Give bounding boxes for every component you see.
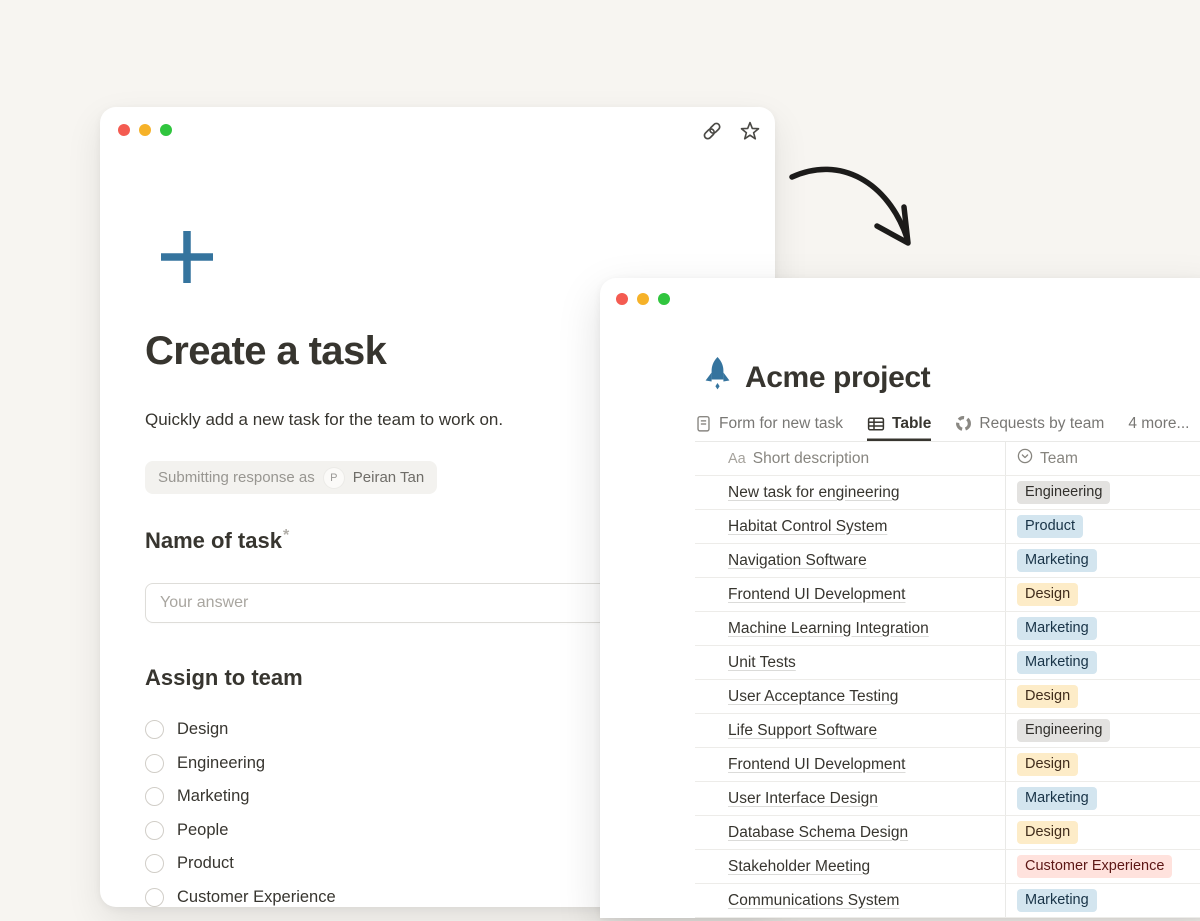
task-title-cell[interactable]: Database Schema Design (728, 824, 908, 842)
task-title-cell[interactable]: New task for engineering (728, 484, 899, 502)
window-controls (616, 293, 670, 305)
tab-table[interactable]: Table (867, 408, 931, 441)
zoom-window-button[interactable] (160, 124, 172, 136)
team-radio-option-marketing[interactable]: Marketing (145, 787, 336, 806)
team-radio-option-product[interactable]: Product (145, 854, 336, 873)
team-tag[interactable]: Marketing (1017, 787, 1097, 810)
team-tag[interactable]: Marketing (1017, 889, 1097, 912)
table-header-row: Aa Short description Team (695, 442, 1200, 476)
page-title: Acme project (745, 361, 930, 395)
required-marker: * (283, 527, 289, 544)
team-tag[interactable]: Customer Experience (1017, 855, 1172, 878)
table-row[interactable]: Communications System Marketing (695, 884, 1200, 918)
text-property-icon: Aa (728, 451, 746, 467)
table-row[interactable]: User Acceptance Testing Design (695, 680, 1200, 714)
task-title-cell[interactable]: Communications System (728, 892, 899, 910)
team-radio-option-people[interactable]: People (145, 821, 336, 840)
task-title-cell[interactable]: Frontend UI Development (728, 756, 905, 774)
submitting-as-text: Submitting response as (158, 469, 315, 486)
team-tag[interactable]: Design (1017, 753, 1078, 776)
task-title-cell[interactable]: Frontend UI Development (728, 586, 905, 604)
view-tabs: Form for new task Table Requests by team (695, 408, 1200, 442)
task-title-cell[interactable]: User Acceptance Testing (728, 688, 898, 706)
column-header-team[interactable]: Team (1005, 442, 1200, 475)
copy-link-icon[interactable] (701, 120, 723, 142)
radio-button-icon[interactable] (145, 888, 164, 907)
task-title-cell[interactable]: Machine Learning Integration (728, 620, 929, 638)
team-radio-option-design[interactable]: Design (145, 720, 336, 739)
table-row[interactable]: Navigation Software Marketing (695, 544, 1200, 578)
window-controls (118, 124, 172, 136)
table-row[interactable]: Unit Tests Marketing (695, 646, 1200, 680)
table-row[interactable]: Frontend UI Development Design (695, 578, 1200, 612)
team-tag[interactable]: Marketing (1017, 549, 1097, 572)
table-row[interactable]: Frontend UI Development Design (695, 748, 1200, 782)
table-row[interactable]: Database Schema Design Design (695, 816, 1200, 850)
minimize-window-button[interactable] (637, 293, 649, 305)
plus-icon (158, 228, 216, 291)
team-tag[interactable]: Design (1017, 821, 1078, 844)
radio-button-icon[interactable] (145, 787, 164, 806)
form-icon (695, 415, 712, 433)
team-tag[interactable]: Engineering (1017, 481, 1110, 504)
team-tag[interactable]: Design (1017, 583, 1078, 606)
tab-requests-by-team[interactable]: Requests by team (955, 408, 1104, 441)
assign-to-team-label: Assign to team (145, 665, 303, 691)
radio-button-icon[interactable] (145, 854, 164, 873)
task-title-cell[interactable]: Stakeholder Meeting (728, 858, 870, 876)
team-tag[interactable]: Product (1017, 515, 1083, 538)
team-radio-option-customer-experience[interactable]: Customer Experience (145, 888, 336, 907)
table-icon (867, 415, 885, 433)
acme-project-window: Acme project Form for new task (600, 278, 1200, 918)
table-row[interactable]: Life Support Software Engineering (695, 714, 1200, 748)
team-radio-group: Design Engineering Marketing People Prod… (145, 720, 336, 921)
task-title-cell[interactable]: Life Support Software (728, 722, 877, 740)
team-tag[interactable]: Engineering (1017, 719, 1110, 742)
close-window-button[interactable] (118, 124, 130, 136)
radio-button-icon[interactable] (145, 754, 164, 773)
tab-form-for-new-task[interactable]: Form for new task (695, 408, 843, 441)
table-row[interactable]: Stakeholder Meeting Customer Experience (695, 850, 1200, 884)
select-property-icon (1017, 448, 1033, 469)
task-title-cell[interactable]: User Interface Design (728, 790, 878, 808)
zoom-window-button[interactable] (658, 293, 670, 305)
submitter-name: Peiran Tan (353, 469, 424, 486)
pie-chart-icon (955, 415, 972, 432)
curved-arrow (778, 150, 938, 270)
radio-button-icon[interactable] (145, 720, 164, 739)
avatar: P (324, 468, 344, 488)
team-tag[interactable]: Design (1017, 685, 1078, 708)
form-title: Create a task (145, 329, 386, 374)
name-of-task-label: Name of task* (145, 527, 289, 554)
table-row[interactable]: New task for engineering Engineering (695, 476, 1200, 510)
task-title-cell[interactable]: Navigation Software (728, 552, 867, 570)
table-row[interactable]: User Interface Design Marketing (695, 782, 1200, 816)
tab-more-views[interactable]: 4 more... (1128, 408, 1189, 441)
submitting-as-pill: Submitting response as P Peiran Tan (145, 461, 437, 494)
favorite-star-icon[interactable] (739, 120, 761, 142)
team-radio-option-engineering[interactable]: Engineering (145, 754, 336, 773)
task-title-cell[interactable]: Habitat Control System (728, 518, 887, 536)
task-title-cell[interactable]: Unit Tests (728, 654, 796, 672)
team-tag[interactable]: Marketing (1017, 651, 1097, 674)
column-header-short-description[interactable]: Aa Short description (695, 450, 1005, 468)
minimize-window-button[interactable] (139, 124, 151, 136)
close-window-button[interactable] (616, 293, 628, 305)
team-tag[interactable]: Marketing (1017, 617, 1097, 640)
radio-button-icon[interactable] (145, 821, 164, 840)
tasks-table: Aa Short description Team New task for e… (695, 442, 1200, 918)
rocket-icon (704, 356, 731, 399)
table-row[interactable]: Habitat Control System Product (695, 510, 1200, 544)
table-row[interactable]: Machine Learning Integration Marketing (695, 612, 1200, 646)
form-subtitle: Quickly add a new task for the team to w… (145, 410, 503, 430)
